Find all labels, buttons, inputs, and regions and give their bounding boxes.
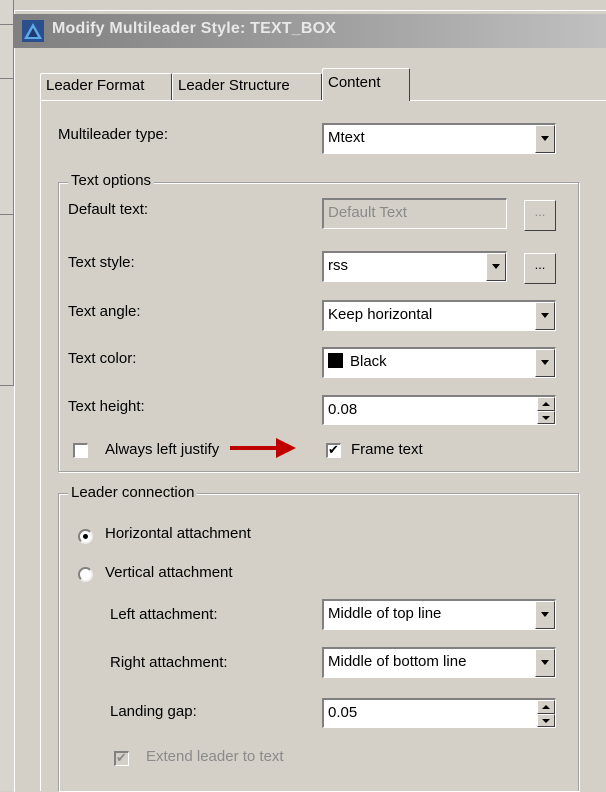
text-style-label: Text style: [68, 254, 135, 271]
text-height-value: 0.08 [328, 401, 358, 418]
background-divider [0, 385, 14, 386]
vertical-attachment-radio[interactable] [78, 567, 93, 582]
arrow-right-icon [276, 438, 296, 458]
chevron-down-icon[interactable] [535, 649, 555, 677]
text-style-browse-button[interactable]: ... [524, 253, 556, 284]
tab-label: Content [328, 74, 381, 91]
default-text-label: Default text: [68, 201, 149, 218]
chevron-down-icon[interactable] [486, 253, 506, 281]
chevron-down-icon[interactable] [535, 125, 555, 153]
spin-up-icon[interactable] [537, 700, 555, 714]
always-left-justify-label: Always left justify [105, 441, 220, 458]
right-attachment-value: Middle of bottom line [328, 653, 467, 670]
right-attachment-label: Right attachment: [110, 654, 228, 671]
background-window [0, 0, 14, 791]
frame-text-label: Frame text [351, 441, 423, 458]
tab-leader-format[interactable]: Leader Format [40, 73, 172, 100]
multileader-type-value: Mtext [328, 129, 365, 146]
extend-leader-label: Extend leader to text [146, 748, 284, 765]
default-text-field: Default Text [322, 198, 507, 229]
spin-up-icon[interactable] [537, 397, 555, 411]
annotation-arrow-shaft [230, 446, 280, 450]
default-text-value: Default Text [328, 204, 407, 221]
text-style-select[interactable]: rss [322, 251, 507, 282]
tab-content[interactable]: Content [322, 68, 410, 101]
left-attachment-select[interactable]: Middle of top line [322, 599, 556, 630]
autocad-icon [22, 20, 44, 42]
spin-down-icon[interactable] [537, 713, 555, 727]
leader-connection-legend: Leader connection [68, 484, 198, 501]
extend-leader-checkbox [114, 750, 129, 766]
text-angle-value: Keep horizontal [328, 306, 433, 323]
spin-down-icon[interactable] [537, 410, 555, 424]
window-title: Modify Multileader Style: TEXT_BOX [52, 20, 337, 37]
left-attachment-label: Left attachment: [110, 606, 218, 623]
text-color-select[interactable]: Black [322, 347, 556, 378]
frame-text-checkbox[interactable] [326, 442, 341, 458]
multileader-type-select[interactable]: Mtext [322, 123, 556, 154]
horizontal-attachment-radio[interactable] [78, 529, 93, 544]
background-divider [0, 78, 14, 79]
always-left-justify-checkbox[interactable] [73, 443, 88, 458]
chevron-down-icon[interactable] [535, 601, 555, 629]
tab-label: Leader Structure [178, 77, 290, 94]
text-color-label: Text color: [68, 350, 137, 367]
text-angle-label: Text angle: [68, 303, 141, 320]
text-angle-select[interactable]: Keep horizontal [322, 300, 556, 331]
default-text-browse-button: ... [524, 200, 556, 231]
landing-gap-field[interactable]: 0.05 [322, 698, 556, 728]
landing-gap-spinner[interactable] [537, 700, 555, 727]
text-style-value: rss [328, 257, 348, 274]
chevron-down-icon[interactable] [535, 302, 555, 330]
tab-label: Leader Format [46, 77, 145, 94]
right-attachment-select[interactable]: Middle of bottom line [322, 647, 556, 678]
text-height-spinner[interactable] [537, 397, 555, 424]
color-swatch [328, 353, 343, 368]
horizontal-attachment-label: Horizontal attachment [105, 525, 251, 542]
text-height-field[interactable]: 0.08 [322, 395, 556, 425]
tab-leader-structure[interactable]: Leader Structure [172, 73, 322, 100]
text-height-label: Text height: [68, 398, 145, 415]
vertical-attachment-label: Vertical attachment [105, 564, 233, 581]
text-options-legend: Text options [68, 172, 155, 189]
landing-gap-value: 0.05 [328, 704, 358, 721]
chevron-down-icon[interactable] [535, 349, 555, 377]
text-color-value: Black [350, 353, 387, 370]
landing-gap-label: Landing gap: [110, 703, 197, 720]
background-divider [0, 214, 14, 215]
background-divider [0, 24, 14, 25]
multileader-type-label: Multileader type: [58, 126, 169, 143]
left-attachment-value: Middle of top line [328, 605, 442, 622]
